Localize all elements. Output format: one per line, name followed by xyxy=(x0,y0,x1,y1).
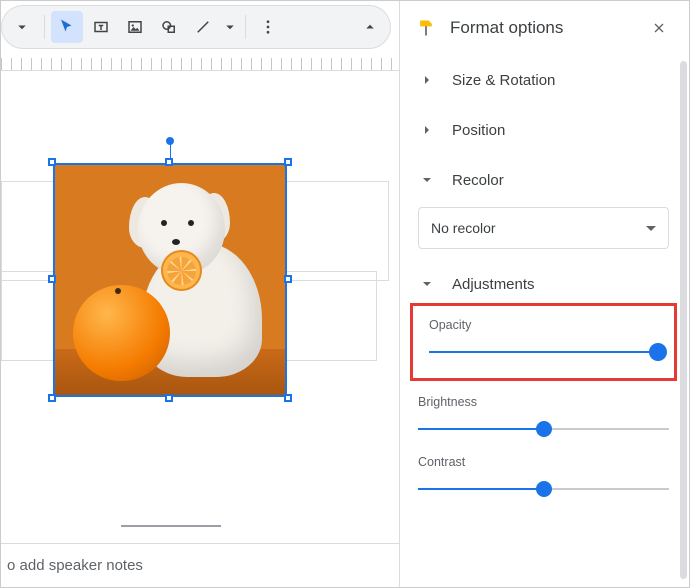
format-options-icon xyxy=(416,18,436,38)
dropdown-caret-icon xyxy=(646,226,656,231)
toolbar-separator xyxy=(44,15,45,39)
speaker-notes-placeholder: o add speaker notes xyxy=(7,557,143,574)
resize-handle[interactable] xyxy=(284,275,292,283)
panel-header: Format options xyxy=(400,1,689,55)
section-label: Position xyxy=(452,122,505,139)
resize-handle[interactable] xyxy=(48,394,56,402)
toolbar xyxy=(1,5,391,49)
section-label: Recolor xyxy=(452,172,504,189)
chevron-down-icon xyxy=(418,275,436,293)
speaker-notes-input[interactable]: o add speaker notes xyxy=(1,543,399,587)
resize-handle[interactable] xyxy=(284,394,292,402)
horizontal-ruler xyxy=(1,53,399,71)
more-tools-icon[interactable] xyxy=(252,11,284,43)
line-tool[interactable] xyxy=(187,11,219,43)
resize-handle[interactable] xyxy=(284,158,292,166)
section-label: Adjustments xyxy=(452,276,535,293)
section-recolor[interactable]: Recolor xyxy=(400,155,689,193)
section-adjustments[interactable]: Adjustments xyxy=(400,249,689,299)
image-content xyxy=(53,163,287,397)
textbox-tool[interactable] xyxy=(85,11,117,43)
panel-title: Format options xyxy=(450,18,631,38)
image-tool[interactable] xyxy=(119,11,151,43)
slider-label: Opacity xyxy=(429,318,658,332)
chevron-right-icon xyxy=(418,121,436,139)
section-position[interactable]: Position xyxy=(400,105,689,155)
opacity-slider[interactable]: Opacity xyxy=(421,312,666,364)
close-panel-button[interactable] xyxy=(645,14,673,42)
panel-scrollbar[interactable] xyxy=(680,61,687,579)
toolbar-separator xyxy=(245,15,246,39)
slider-thumb[interactable] xyxy=(536,421,552,437)
rotation-handle[interactable] xyxy=(166,137,174,145)
recolor-dropdown[interactable]: No recolor xyxy=(418,207,669,249)
resize-handle[interactable] xyxy=(165,158,173,166)
toolbar-dropdown-caret[interactable] xyxy=(6,11,38,43)
tutorial-highlight: Opacity xyxy=(410,303,677,381)
resize-handle[interactable] xyxy=(48,275,56,283)
selected-image[interactable] xyxy=(53,163,287,397)
editor-canvas-area: o add speaker notes xyxy=(1,1,399,587)
section-size-rotation[interactable]: Size & Rotation xyxy=(400,55,689,105)
line-tool-dropdown[interactable] xyxy=(221,11,239,43)
chevron-down-icon xyxy=(418,171,436,189)
dropdown-selected-value: No recolor xyxy=(431,220,496,236)
slider-thumb[interactable] xyxy=(536,481,552,497)
select-tool[interactable] xyxy=(51,11,83,43)
slider-thumb[interactable] xyxy=(649,343,667,361)
slider-label: Contrast xyxy=(418,455,669,469)
brightness-slider[interactable]: Brightness xyxy=(400,389,689,441)
notes-divider xyxy=(121,525,221,527)
collapse-toolbar-icon[interactable] xyxy=(354,11,386,43)
slide-canvas[interactable] xyxy=(1,71,399,587)
resize-handle[interactable] xyxy=(165,394,173,402)
slider-label: Brightness xyxy=(418,395,669,409)
resize-handle[interactable] xyxy=(48,158,56,166)
chevron-right-icon xyxy=(418,71,436,89)
format-options-panel: Format options Size & Rotation Position … xyxy=(399,1,689,587)
section-label: Size & Rotation xyxy=(452,72,555,89)
contrast-slider[interactable]: Contrast xyxy=(400,441,689,501)
shape-tool[interactable] xyxy=(153,11,185,43)
